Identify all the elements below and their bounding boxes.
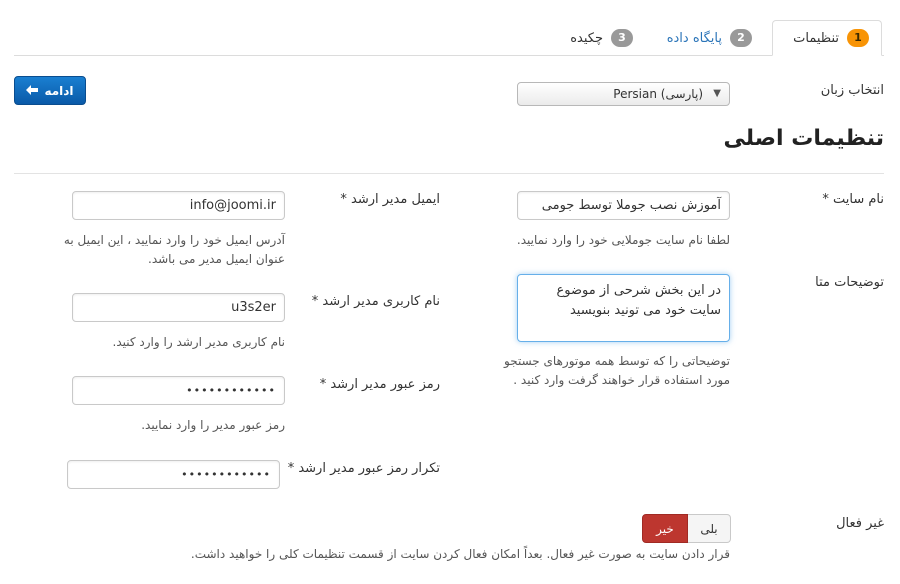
offline-toggle: خیر بلی	[642, 514, 731, 543]
tab-database[interactable]: 2 پایگاه داده	[652, 20, 764, 56]
site-name-label: نام سایت *	[822, 192, 884, 207]
admin-password-confirm-input[interactable]: ••••••••••••	[67, 460, 280, 489]
step-badge: 1	[847, 29, 869, 47]
tab-label: چکیده	[570, 30, 603, 46]
offline-no-button[interactable]: خیر	[642, 514, 688, 543]
meta-description-textarea[interactable]: در این بخش شرحی از موضوع سایت خود می تون…	[517, 274, 730, 342]
site-name-input[interactable]: آموزش نصب جوملا توسط جومی	[517, 191, 730, 220]
tab-label: تنظیمات	[793, 30, 839, 46]
arrow-left-icon	[26, 84, 39, 98]
language-label: انتخاب زبان	[820, 83, 884, 98]
help-line: آدرس ایمیل خود را وارد نمایید ، این ایمی…	[63, 233, 285, 247]
tab-label: پایگاه داده	[666, 30, 722, 46]
language-selected-value: Persian (پارسی)	[613, 87, 703, 101]
offline-label: غیر فعال	[836, 516, 884, 531]
admin-email-input[interactable]: info@joomi.ir	[72, 191, 285, 220]
offline-help: قرار دادن سایت به صورت غیر فعال. بعداً ا…	[190, 547, 730, 561]
site-name-help: لطفا نام سایت جوملایی خود را وارد نمایید…	[516, 233, 730, 247]
help-line: مورد استفاده قرار خواهند گرفت وارد کنید …	[513, 373, 730, 387]
admin-password-label: رمز عبور مدیر ارشد *	[319, 377, 440, 392]
meta-description-line: سایت خود می تونید بنویسید	[569, 303, 721, 318]
admin-username-help: نام کاربری مدیر ارشد را وارد کنید.	[112, 335, 285, 349]
admin-email-help: آدرس ایمیل خود را وارد نمایید ، این ایمی…	[64, 231, 285, 269]
language-select[interactable]: Persian (پارسی) ▼	[517, 82, 730, 106]
admin-email-label: ایمیل مدیر ارشد *	[340, 192, 440, 207]
tab-summary[interactable]: 3 چکیده	[553, 20, 645, 56]
meta-description-line: در این بخش شرحی از موضوع	[556, 283, 721, 298]
caret-down-icon: ▼	[713, 88, 721, 99]
admin-password-help: رمز عبور مدیر را وارد نمایید.	[141, 418, 285, 432]
admin-password-input[interactable]: ••••••••••••	[72, 376, 285, 405]
next-button[interactable]: ادامه	[14, 76, 86, 105]
step-badge: 2	[730, 29, 752, 47]
help-line: عنوان ایمیل مدیر می باشد.	[148, 252, 285, 266]
step-badge: 3	[611, 29, 633, 47]
page-title: تنظیمات اصلی	[723, 126, 884, 151]
help-line: توضیحاتی را که توسط همه موتورهای جستجو	[504, 354, 730, 368]
admin-password-confirm-label: تکرار رمز عبور مدیر ارشد *	[287, 461, 440, 476]
meta-description-help: توضیحاتی را که توسط همه موتورهای جستجو م…	[504, 352, 730, 390]
offline-yes-button[interactable]: بلی	[688, 514, 731, 543]
admin-username-input[interactable]: u3s2er	[72, 293, 285, 322]
next-button-label: ادامه	[44, 83, 74, 98]
heading-divider	[14, 173, 884, 174]
meta-description-label: توضیحات متا	[815, 275, 884, 290]
admin-username-label: نام کاربری مدیر ارشد *	[311, 294, 440, 309]
tab-settings[interactable]: 1 تنظیمات	[772, 20, 882, 56]
